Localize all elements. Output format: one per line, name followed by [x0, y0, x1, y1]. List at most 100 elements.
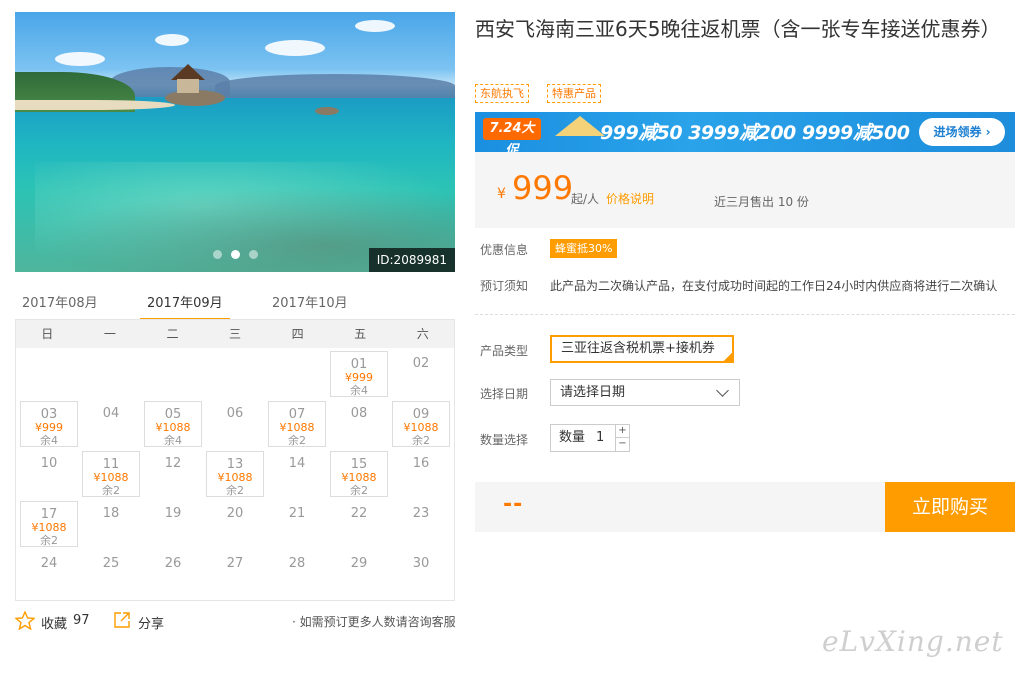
day-number: 22	[350, 506, 368, 521]
buy-bar: -- 立即购买	[475, 482, 1015, 532]
day-number: 07	[288, 407, 306, 422]
umbrella-icon	[555, 116, 605, 136]
calendar-day: 02	[392, 351, 450, 397]
calendar-day: 27	[206, 551, 264, 597]
cloud-shape	[265, 40, 325, 56]
consult-note: · 如需预订更多人数请咨询客服	[292, 615, 456, 629]
calendar-day: 14	[268, 451, 326, 497]
day-number: 25	[102, 556, 120, 571]
calendar-day: 23	[392, 501, 450, 547]
price-explain-link[interactable]: 价格说明	[606, 190, 654, 207]
type-label: 产品类型	[480, 344, 529, 358]
discount-label: 优惠信息	[480, 243, 529, 257]
promo-banner[interactable]: 7.24大促 999减50 3999减200 9999减500 进场领券 ›	[475, 112, 1015, 152]
day-number: 03	[40, 407, 58, 422]
tab-month-aug[interactable]: 2017年08月	[22, 292, 98, 311]
promo-text: 999减50 3999减200 9999减500	[600, 122, 910, 144]
calendar-day-available[interactable]: 11 ¥1088 余2	[82, 451, 140, 497]
date-placeholder: 请选择日期	[560, 385, 626, 400]
day-number: 15	[350, 457, 368, 472]
calendar-day: 24	[20, 551, 78, 597]
day-number: 10	[40, 456, 58, 471]
tab-month-sep[interactable]: 2017年09月	[147, 292, 223, 311]
weekday-header: 日 一 二 三 四 五 六	[16, 320, 454, 348]
calendar-day-available[interactable]: 05 ¥1088 余4	[144, 401, 202, 447]
day-remaining: 余4	[350, 384, 368, 397]
calendar-day-available[interactable]: 09 ¥1088 余2	[392, 401, 450, 447]
tag-special: 特惠产品	[547, 84, 601, 103]
day-price: ¥1088	[279, 421, 315, 434]
qty-label: 数量选择	[480, 433, 529, 447]
calendar-day-available[interactable]: 01 ¥999 余4	[330, 351, 388, 397]
day-remaining: 余2	[102, 484, 120, 497]
day-number: 21	[288, 506, 306, 521]
qty-plus-button[interactable]: +	[615, 425, 629, 438]
date-select[interactable]: 请选择日期	[550, 379, 740, 406]
quantity-stepper[interactable]: 数量 1 + −	[550, 424, 630, 452]
calendar-day-available[interactable]: 13 ¥1088 余2	[206, 451, 264, 497]
day-number: 18	[102, 506, 120, 521]
cloud-shape	[355, 20, 395, 32]
mountain-shape	[215, 74, 455, 98]
tag-airline: 东航执飞	[475, 84, 529, 103]
qty-minus-button[interactable]: −	[615, 438, 629, 451]
day-remaining: 余2	[288, 434, 306, 447]
day-number: 27	[226, 556, 244, 571]
day-number: 05	[164, 407, 182, 422]
divider	[475, 314, 1015, 315]
day-price: ¥1088	[217, 471, 253, 484]
selected-check-icon	[724, 353, 732, 361]
chevron-down-icon	[716, 384, 729, 397]
calendar-day: 18	[82, 501, 140, 547]
slide-dot[interactable]	[213, 250, 222, 259]
pavilion-shape	[177, 79, 199, 93]
favorite-label[interactable]: 收藏	[41, 613, 67, 632]
share-label[interactable]: 分享	[138, 613, 164, 632]
day-number: 16	[412, 456, 430, 471]
weekday-label: 四	[291, 327, 304, 341]
day-price: ¥999	[35, 421, 63, 434]
calendar-day-available[interactable]: 17 ¥1088 余2	[20, 501, 78, 547]
buy-now-button[interactable]: 立即购买	[885, 482, 1015, 532]
price-currency: ¥	[497, 186, 506, 202]
day-number: 17	[40, 507, 58, 522]
slide-dot[interactable]	[249, 250, 258, 259]
day-number: 26	[164, 556, 182, 571]
day-number: 09	[412, 407, 430, 422]
day-number: 30	[412, 556, 430, 571]
weekday-label: 一	[103, 327, 116, 341]
favorite-count: 97	[73, 613, 90, 628]
day-number: 08	[350, 406, 368, 421]
weekday-label: 二	[166, 327, 179, 341]
calendar-day-available[interactable]: 15 ¥1088 余2	[330, 451, 388, 497]
day-number: 20	[226, 506, 244, 521]
weekday-label: 日	[41, 327, 54, 341]
day-number: 02	[412, 356, 430, 371]
calendar-day: 26	[144, 551, 202, 597]
notice-label: 预订须知	[480, 279, 529, 293]
day-number: 23	[412, 506, 430, 521]
day-number: 14	[288, 456, 306, 471]
calendar-day: 22	[330, 501, 388, 547]
calendar-day-available[interactable]: 07 ¥1088 余2	[268, 401, 326, 447]
qty-value[interactable]: 1	[596, 425, 604, 451]
calendar-day-available[interactable]: 03 ¥999 余4	[20, 401, 78, 447]
favorite-icon[interactable]	[14, 610, 36, 634]
day-number: 11	[102, 457, 120, 472]
tab-month-oct[interactable]: 2017年10月	[272, 292, 348, 311]
product-type-option[interactable]: 三亚往返含税机票+接机券	[550, 335, 734, 363]
calendar-day: 08	[330, 401, 388, 447]
product-photo[interactable]: ID:2089981	[15, 12, 455, 272]
slide-dot-active[interactable]	[231, 250, 240, 259]
day-price: ¥1088	[31, 521, 67, 534]
day-number: 13	[226, 457, 244, 472]
get-coupon-button[interactable]: 进场领券 ›	[919, 118, 1005, 146]
price-calendar: 日 一 二 三 四 五 六 01 ¥999 余4 02 03 ¥999 余4 04 05 ¥108…	[15, 319, 455, 601]
day-price: ¥1088	[93, 471, 129, 484]
total-price: --	[503, 492, 524, 517]
share-icon[interactable]	[113, 611, 131, 633]
beach-shape	[15, 100, 175, 110]
price-panel: ¥ 999 起/人 价格说明 近三月售出 10 份	[475, 152, 1015, 228]
day-remaining: 余2	[350, 484, 368, 497]
calendar-day: 10	[20, 451, 78, 497]
